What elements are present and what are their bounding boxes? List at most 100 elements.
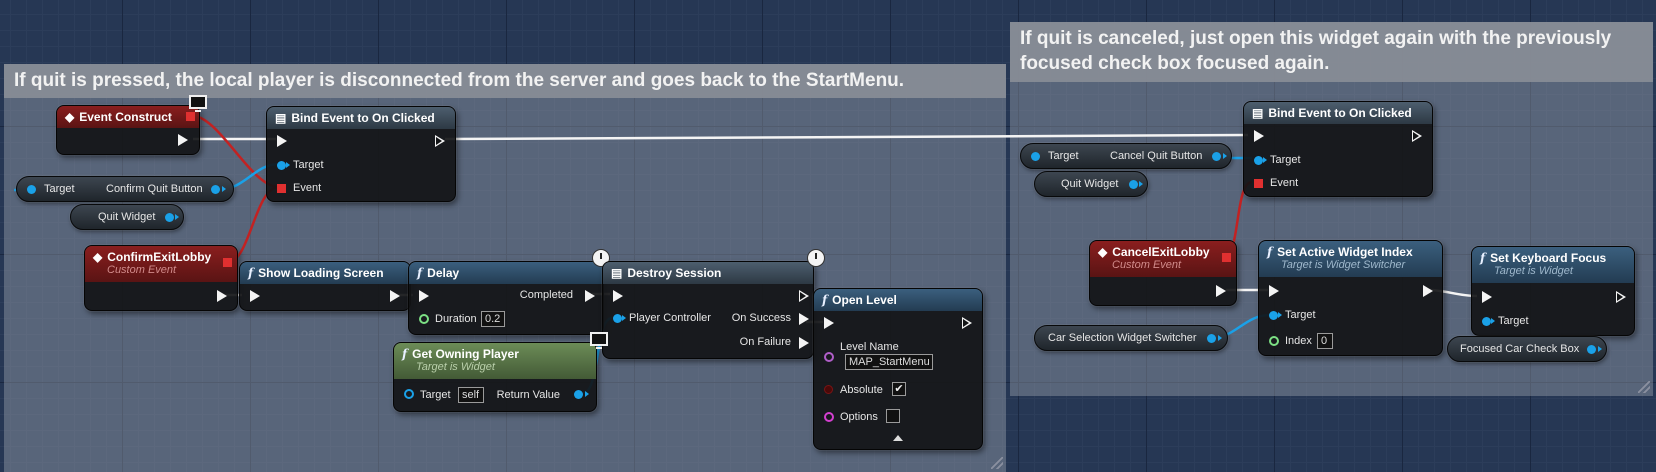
target-input-pin[interactable] [404,389,414,399]
target-input-pin[interactable] [1254,156,1263,165]
output-pin[interactable] [211,185,220,194]
pin-arrow [1218,335,1222,341]
exec-output-pin[interactable] [1616,291,1626,303]
output-pin[interactable] [1212,152,1221,161]
exec-input-pin[interactable] [1269,285,1279,297]
open-level-node[interactable]: f Open Level Level Name MAP_StartMenu Abs… [813,288,983,450]
options-input-pin[interactable] [824,412,834,422]
bind-event-icon: ▤ [611,266,623,280]
node-header[interactable]: ▤ Bind Event to On Clicked [267,107,455,129]
absolute-input-pin[interactable] [824,385,833,394]
exec-output-pin[interactable] [390,290,400,302]
exec-input-pin[interactable] [419,290,429,302]
node-header[interactable]: f Open Level [814,289,982,311]
delegate-output-pin[interactable] [223,258,232,267]
set-keyboard-focus-node[interactable]: f Set Keyboard Focus Target is Widget Tar… [1471,246,1635,336]
target-input-pin[interactable] [1269,311,1278,320]
delegate-output-pin[interactable] [1222,253,1231,262]
pin-arrow [1263,157,1267,163]
node-header[interactable]: f Get Owning Player Target is Widget [394,343,596,379]
confirm-exit-lobby-node[interactable]: ◆ ConfirmExitLobby Custom Event [84,245,238,311]
node-header[interactable]: ▤ Destroy Session [603,262,813,284]
exec-input-pin[interactable] [1254,130,1264,142]
duration-field[interactable]: 0.2 [481,311,505,327]
exec-input-pin[interactable] [613,290,623,302]
exec-output-pin[interactable] [1412,130,1422,142]
exec-output-pin[interactable] [585,290,595,302]
exec-output-pin[interactable] [217,290,227,302]
pin-arrow [622,315,626,321]
on-success-pin[interactable] [799,313,809,325]
bind-event-node-right[interactable]: ▤ Bind Event to On Clicked Target Event [1243,101,1433,197]
delegate-output-pin[interactable] [186,112,195,121]
event-input-pin[interactable] [1254,179,1263,188]
output-pin[interactable] [165,213,174,222]
target-label: Target [1285,309,1316,321]
cancel-quit-button-variable[interactable]: Target Cancel Quit Button [1020,143,1232,169]
pin-arrow [175,214,179,220]
output-pin[interactable] [1207,334,1216,343]
bind-event-icon: ▤ [1252,106,1264,120]
node-header[interactable]: ◆ Event Construct [57,106,199,128]
bind-event-icon: ▤ [275,111,287,125]
advanced-pins-expander[interactable] [893,435,903,441]
node-header[interactable]: f Show Loading Screen [240,262,410,284]
pin-arrow [585,391,589,397]
output-pin[interactable] [1587,345,1596,354]
exec-output-pin[interactable] [962,317,972,329]
options-field[interactable] [886,409,900,423]
node-title: Show Loading Screen [258,266,384,280]
cancel-exit-lobby-node[interactable]: ◆ CancelExitLobby Custom Event [1089,240,1237,306]
node-header[interactable]: ◆ ConfirmExitLobby Custom Event [85,246,237,282]
node-title: Destroy Session [627,266,722,280]
duration-input-pin[interactable] [419,314,429,324]
bind-event-node-left[interactable]: ▤ Bind Event to On Clicked Target Event [266,106,456,202]
exec-output-pin[interactable] [178,134,188,146]
absolute-checkbox[interactable]: ✔ [892,382,906,396]
variable-label: Confirm Quit Button [106,183,203,195]
return-value-pin[interactable] [574,390,583,399]
event-construct-node[interactable]: ◆ Event Construct [56,105,200,155]
exec-output-pin[interactable] [435,135,445,147]
destroy-session-node[interactable]: ▤ Destroy Session Player Controller On Su… [602,261,814,359]
car-selection-widget-switcher-variable[interactable]: Car Selection Widget Switcher [1034,325,1228,351]
node-subtitle: Target is Widget [1494,265,1573,277]
exec-input-pin[interactable] [277,135,287,147]
node-header[interactable]: f Set Keyboard Focus Target is Widget [1472,247,1634,283]
node-header[interactable]: ▤ Bind Event to On Clicked [1244,102,1432,124]
output-pin[interactable] [1129,180,1138,189]
on-failure-pin[interactable] [799,337,809,349]
level-name-input-pin[interactable] [824,352,834,362]
focused-car-check-box-variable[interactable]: Focused Car Check Box [1447,336,1607,362]
set-active-widget-index-node[interactable]: f Set Active Widget Index Target is Widge… [1258,240,1443,356]
target-input-pin[interactable] [277,161,286,170]
show-loading-screen-node[interactable]: f Show Loading Screen [239,261,411,311]
exec-input-pin[interactable] [250,290,260,302]
delay-node[interactable]: f Delay Completed Duration 0.2 [408,261,604,335]
quit-widget-variable[interactable]: Quit Widget [1034,171,1148,197]
exec-input-pin[interactable] [824,317,834,329]
node-header[interactable]: f Set Active Widget Index Target is Widge… [1259,241,1442,277]
index-field[interactable]: 0 [1317,333,1333,349]
target-input-pin[interactable] [1482,317,1491,326]
exec-output-pin[interactable] [1423,285,1433,297]
level-name-field[interactable]: MAP_StartMenu [845,354,933,370]
get-owning-player-node[interactable]: f Get Owning Player Target is Widget Targ… [393,342,597,412]
target-input-pin[interactable] [27,185,36,194]
pin-arrow [1491,318,1495,324]
self-field[interactable]: self [458,387,484,403]
exec-output-pin[interactable] [1216,285,1226,297]
exec-input-pin[interactable] [1482,291,1492,303]
event-input-pin[interactable] [277,184,286,193]
variable-label: Focused Car Check Box [1460,343,1580,355]
quit-widget-variable[interactable]: Quit Widget [70,204,184,230]
confirm-quit-button-variable[interactable]: Target Confirm Quit Button [16,176,234,202]
player-controller-input-pin[interactable] [613,314,622,323]
index-input-pin[interactable] [1269,336,1279,346]
node-header[interactable]: ◆ CancelExitLobby Custom Event [1090,241,1236,277]
node-header[interactable]: f Delay [409,262,603,284]
node-subtitle: Target is Widget [416,361,495,373]
target-input-pin[interactable] [1031,152,1040,161]
variable-label: Car Selection Widget Switcher [1048,332,1197,344]
exec-output-pin[interactable] [799,290,809,302]
